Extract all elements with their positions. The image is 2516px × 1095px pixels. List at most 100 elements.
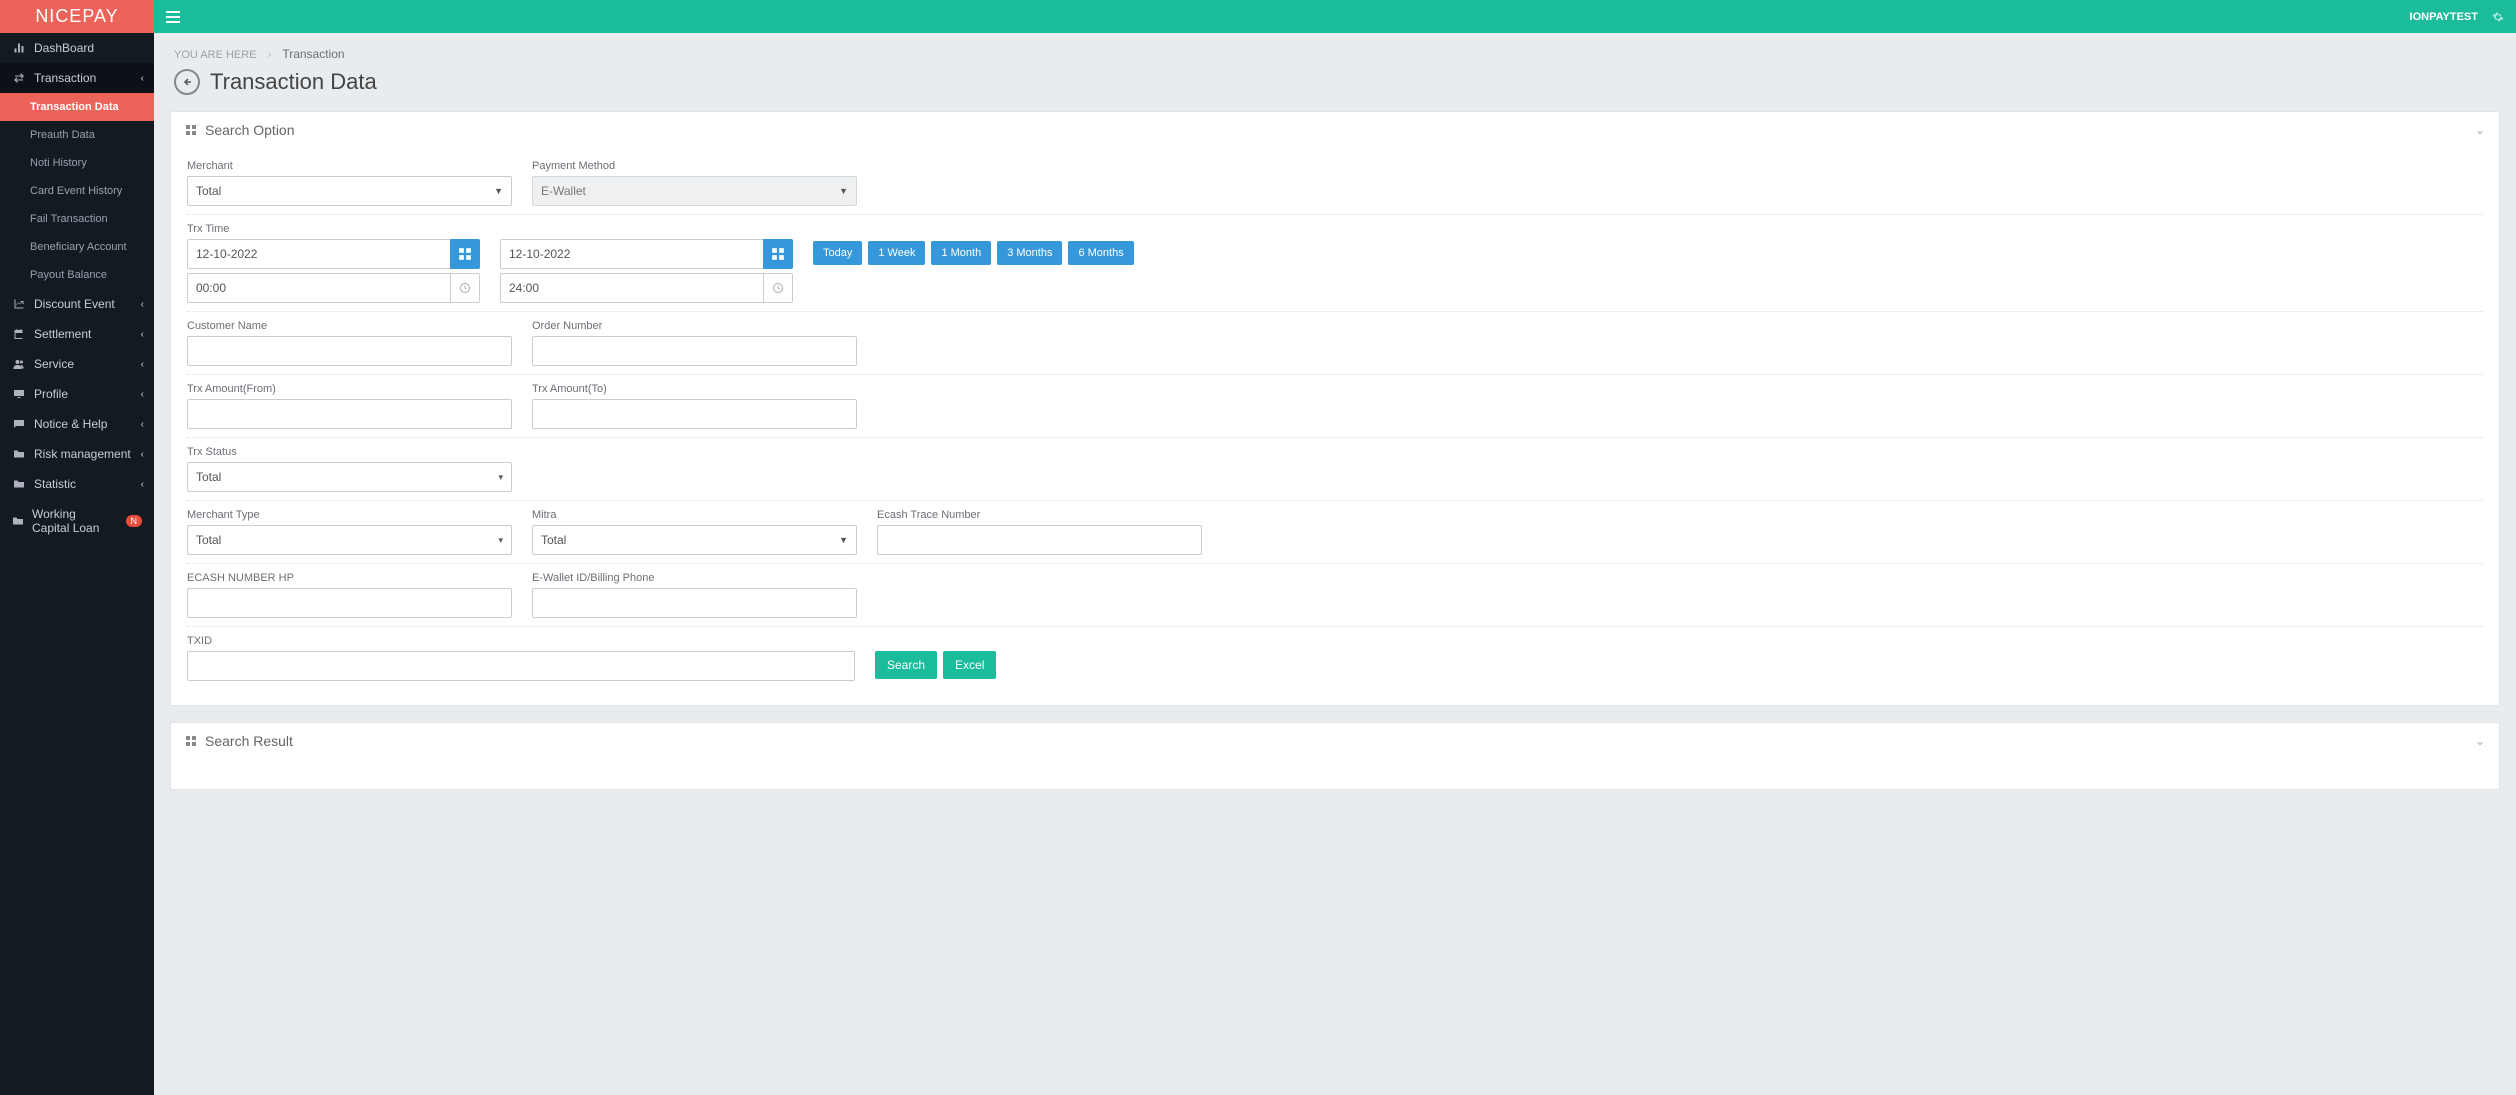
sidebar-item-label: Preauth Data — [30, 129, 95, 141]
users-icon — [12, 357, 26, 371]
txid-label: TXID — [187, 635, 855, 647]
sidebar-item-payout-balance[interactable]: Payout Balance — [0, 261, 154, 289]
chevron-icon: ‹ — [141, 299, 144, 310]
payment-method-select[interactable]: E-Wallet ▼ — [532, 176, 857, 206]
sidebar-item-profile[interactable]: Profile ‹ — [0, 379, 154, 409]
range-1month-button[interactable]: 1 Month — [931, 241, 991, 265]
sidebar-item-label: Card Event History — [30, 185, 122, 197]
sidebar-item-label: Transaction — [34, 71, 96, 85]
select-value: Total — [196, 470, 221, 484]
input-value: 12-10-2022 — [509, 247, 570, 261]
sidebar-item-label: Statistic — [34, 477, 76, 491]
breadcrumb-current: Transaction — [282, 47, 344, 61]
caret-down-icon: ▾ — [498, 535, 503, 546]
range-3months-button[interactable]: 3 Months — [997, 241, 1062, 265]
hamburger-icon[interactable] — [166, 11, 180, 23]
date-from-picker-button[interactable] — [450, 239, 480, 269]
sidebar-item-working-capital-loan[interactable]: Working Capital Loan N — [0, 499, 154, 543]
grid-icon — [185, 124, 197, 136]
sidebar-item-notice-help[interactable]: Notice & Help ‹ — [0, 409, 154, 439]
sidebar-item-card-event-history[interactable]: Card Event History — [0, 177, 154, 205]
range-6months-button[interactable]: 6 Months — [1068, 241, 1133, 265]
trx-amount-to-input[interactable] — [532, 399, 857, 429]
ecash-hp-input[interactable] — [187, 588, 512, 618]
panel-title: Search Option — [205, 122, 295, 138]
breadcrumb: YOU ARE HERE › Transaction — [154, 33, 2516, 65]
ewallet-id-input[interactable] — [532, 588, 857, 618]
brand-logo[interactable]: NICEPAY — [0, 0, 154, 33]
time-from-input[interactable]: 00:00 — [187, 273, 450, 303]
collapse-icon[interactable]: ⌄ — [2475, 123, 2485, 137]
collapse-icon[interactable]: ⌄ — [2475, 734, 2485, 748]
merchant-type-select[interactable]: Total ▾ — [187, 525, 512, 555]
sidebar-item-settlement[interactable]: Settlement ‹ — [0, 319, 154, 349]
sidebar-item-fail-transaction[interactable]: Fail Transaction — [0, 205, 154, 233]
caret-down-icon: ▼ — [839, 535, 848, 545]
comment-icon — [12, 417, 26, 431]
sidebar-item-noti-history[interactable]: Noti History — [0, 149, 154, 177]
time-to-input[interactable]: 24:00 — [500, 273, 763, 303]
breadcrumb-here: YOU ARE HERE — [174, 49, 257, 61]
sidebar-item-transaction-data[interactable]: Transaction Data — [0, 93, 154, 121]
sidebar: DashBoard Transaction ‹ Transaction Data… — [0, 33, 154, 1095]
chevron-icon: ‹ — [141, 479, 144, 490]
mitra-select[interactable]: Total ▼ — [532, 525, 857, 555]
sidebar-item-label: Noti History — [30, 157, 87, 169]
sidebar-item-service[interactable]: Service ‹ — [0, 349, 154, 379]
chevron-icon: ‹ — [141, 419, 144, 430]
date-to-picker-button[interactable] — [763, 239, 793, 269]
chevron-right-icon: › — [268, 49, 272, 61]
order-number-label: Order Number — [532, 320, 857, 332]
select-value: Total — [196, 184, 221, 198]
mitra-label: Mitra — [532, 509, 857, 521]
sidebar-item-label: Transaction Data — [30, 101, 119, 113]
range-1week-button[interactable]: 1 Week — [868, 241, 925, 265]
caret-down-icon: ▼ — [494, 186, 503, 196]
sidebar-item-label: Discount Event — [34, 297, 115, 311]
sidebar-item-label: Settlement — [34, 327, 91, 341]
sidebar-item-discount-event[interactable]: Discount Event ‹ — [0, 289, 154, 319]
folder-icon — [12, 447, 26, 461]
range-today-button[interactable]: Today — [813, 241, 862, 265]
time-from-picker-button[interactable] — [450, 273, 480, 303]
customer-name-input[interactable] — [187, 336, 512, 366]
panel-title: Search Result — [205, 733, 293, 749]
txid-input[interactable] — [187, 651, 855, 681]
input-value: 12-10-2022 — [196, 247, 257, 261]
excel-button[interactable]: Excel — [943, 651, 996, 679]
merchant-type-label: Merchant Type — [187, 509, 512, 521]
date-from-input[interactable]: 12-10-2022 — [187, 239, 450, 269]
trx-amount-from-input[interactable] — [187, 399, 512, 429]
sidebar-item-transaction[interactable]: Transaction ‹ — [0, 63, 154, 93]
chevron-left-icon: ‹ — [141, 73, 144, 84]
order-number-input[interactable] — [532, 336, 857, 366]
sidebar-item-label: Notice & Help — [34, 417, 107, 431]
select-value: E-Wallet — [541, 184, 586, 198]
sidebar-item-label: DashBoard — [34, 41, 94, 55]
merchant-select[interactable]: Total ▼ — [187, 176, 512, 206]
monitor-icon — [12, 387, 26, 401]
trx-status-select[interactable]: Total ▾ — [187, 462, 512, 492]
new-badge: N — [126, 515, 143, 527]
sidebar-item-risk-management[interactable]: Risk management ‹ — [0, 439, 154, 469]
sidebar-item-beneficiary-account[interactable]: Beneficiary Account — [0, 233, 154, 261]
sidebar-item-label: Fail Transaction — [30, 213, 108, 225]
select-value: Total — [196, 533, 221, 547]
sidebar-item-dashboard[interactable]: DashBoard — [0, 33, 154, 63]
sidebar-item-label: Payout Balance — [30, 269, 107, 281]
gear-icon[interactable] — [2492, 11, 2504, 23]
user-name[interactable]: IONPAYTEST — [2410, 11, 2478, 23]
time-to-picker-button[interactable] — [763, 273, 793, 303]
sidebar-item-preauth-data[interactable]: Preauth Data — [0, 121, 154, 149]
chevron-icon: ‹ — [141, 449, 144, 460]
ecash-trace-input[interactable] — [877, 525, 1202, 555]
sidebar-item-label: Working Capital Loan — [32, 507, 114, 535]
input-value: 24:00 — [509, 281, 539, 295]
search-button[interactable]: Search — [875, 651, 937, 679]
sidebar-item-statistic[interactable]: Statistic ‹ — [0, 469, 154, 499]
date-to-input[interactable]: 12-10-2022 — [500, 239, 763, 269]
chevron-icon: ‹ — [141, 359, 144, 370]
trx-status-label: Trx Status — [187, 446, 512, 458]
input-value: 00:00 — [196, 281, 226, 295]
back-button[interactable] — [174, 69, 200, 95]
